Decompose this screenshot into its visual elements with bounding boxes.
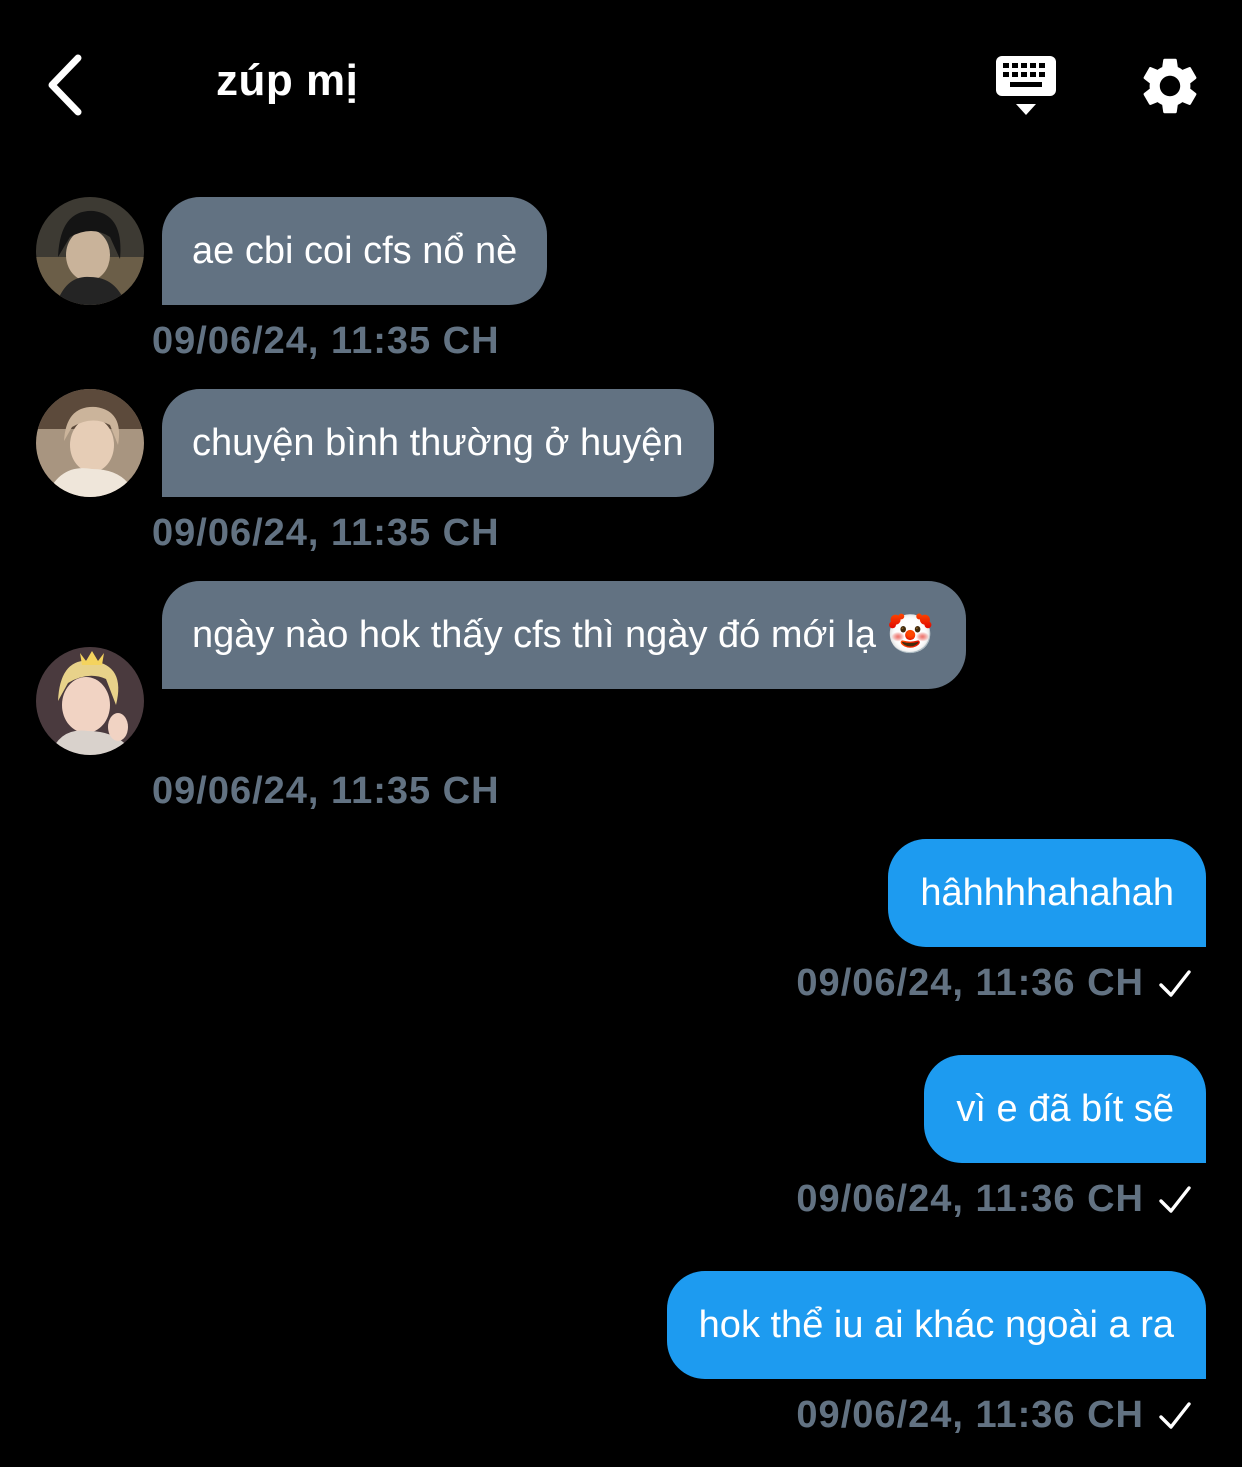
gear-icon (1143, 58, 1197, 114)
message-bubble-outgoing[interactable]: hâhhhhahahah (888, 839, 1206, 947)
chat-header: zúp mị (0, 0, 1242, 170)
keyboard-toggle-button[interactable] (990, 52, 1062, 120)
message-timestamp: 09/06/24, 11:35 CH (152, 770, 500, 812)
avatar[interactable] (36, 389, 144, 497)
profile-photo-icon (36, 647, 144, 755)
settings-button[interactable] (1136, 52, 1204, 120)
message-timestamp: 09/06/24, 11:36 CH (796, 1178, 1144, 1220)
message-bubble-outgoing[interactable]: hok thể iu ai khác ngoài a ra (666, 1271, 1206, 1379)
message-timestamp: 09/06/24, 11:36 CH (796, 962, 1144, 1004)
message-bubble-incoming[interactable]: ngày nào hok thấy cfs thì ngày đó mới lạ… (162, 581, 966, 689)
checkmark-icon (1159, 1185, 1191, 1213)
avatar[interactable] (36, 647, 144, 755)
message-timestamp-row: 09/06/24, 11:36 CH (796, 1178, 1192, 1221)
message-timestamp: 09/06/24, 11:35 CH (152, 512, 500, 554)
profile-photo-icon (36, 197, 144, 305)
checkmark-icon (1159, 969, 1191, 997)
keyboard-hide-icon (996, 56, 1056, 115)
message-timestamp-row: 09/06/24, 11:36 CH (796, 1394, 1192, 1437)
message-bubble-outgoing[interactable]: vì e đã bít sẽ (924, 1055, 1206, 1163)
profile-photo-icon (36, 389, 144, 497)
avatar[interactable] (36, 197, 144, 305)
chevron-left-icon (48, 54, 82, 116)
message-timestamp-row: 09/06/24, 11:36 CH (796, 962, 1192, 1005)
checkmark-icon (1159, 1401, 1191, 1429)
message-timestamp: 09/06/24, 11:36 CH (796, 1394, 1144, 1436)
message-bubble-incoming[interactable]: chuyện bình thường ở huyện (162, 389, 714, 497)
message-timestamp: 09/06/24, 11:35 CH (152, 320, 500, 362)
conversation-title[interactable]: zúp mị (216, 56, 358, 106)
back-button[interactable] (40, 50, 100, 120)
message-bubble-incoming[interactable]: ae cbi coi cfs nổ nè (162, 197, 548, 305)
